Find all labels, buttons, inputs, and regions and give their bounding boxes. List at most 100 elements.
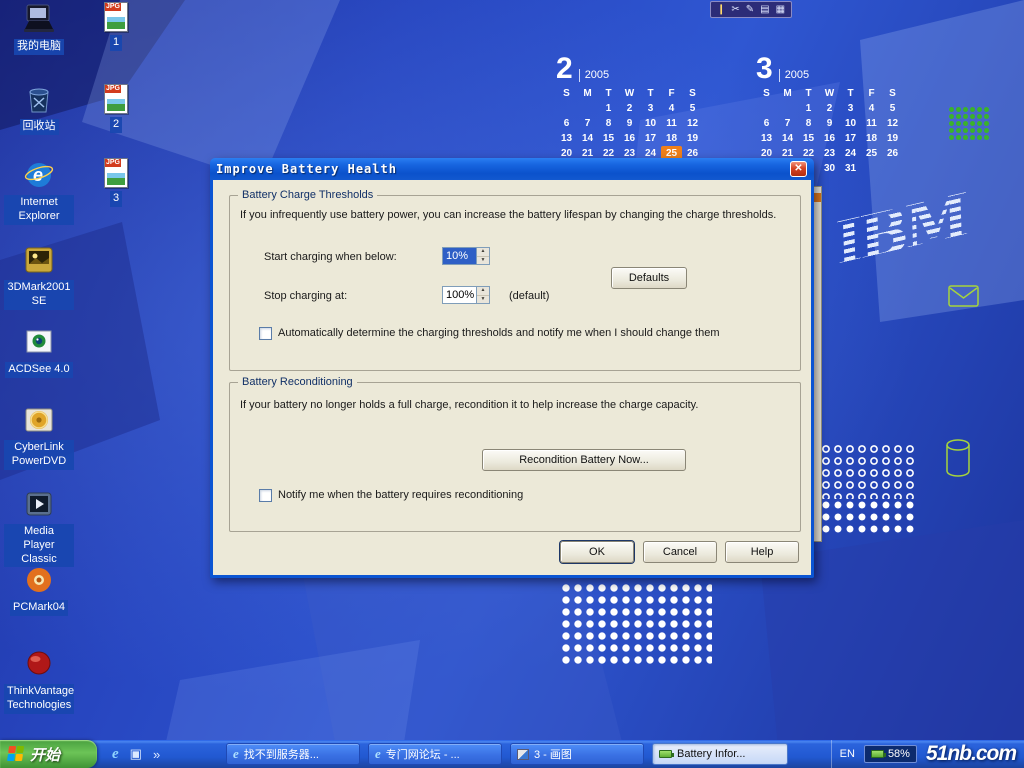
desktop-icon-label: Media Player Classic bbox=[4, 524, 74, 567]
jpg-thumbnail bbox=[107, 99, 125, 111]
calendar-date: 12 bbox=[682, 116, 703, 131]
database-cylinder-icon bbox=[944, 438, 972, 480]
pen-icon[interactable]: ✎ bbox=[746, 2, 754, 17]
taskbar-button-forum[interactable]: e 专门网论坛 - ... bbox=[368, 743, 502, 765]
calendar-day-header: F bbox=[861, 86, 882, 101]
calendar-date: 13 bbox=[556, 131, 577, 146]
calendar-date: 6 bbox=[556, 116, 577, 131]
quick-launch-overflow-chevron[interactable]: » bbox=[153, 747, 160, 762]
checkbox-box[interactable] bbox=[259, 327, 272, 340]
calendar-day-headers: SMTWTFS bbox=[756, 86, 914, 101]
calendar-date: 17 bbox=[640, 131, 661, 146]
notify-recondition-checkbox[interactable]: Notify me when the battery requires reco… bbox=[259, 489, 523, 502]
calendar-date: 6 bbox=[756, 116, 777, 131]
my-computer-icon bbox=[22, 2, 56, 36]
desktop-icon-media-player-classic[interactable]: Media Player Classic bbox=[4, 487, 74, 567]
calendar-date: 16 bbox=[819, 131, 840, 146]
calendar-date: 14 bbox=[577, 131, 598, 146]
taskbar-button-battery-information[interactable]: Battery Infor... bbox=[652, 743, 788, 765]
system-tray: EN 58% 51nb.com bbox=[831, 740, 1024, 768]
group-title: Battery Charge Thresholds bbox=[238, 189, 377, 201]
calendar-date: 8 bbox=[598, 116, 619, 131]
calendar-day-header: F bbox=[661, 86, 682, 101]
scissors-icon[interactable]: ✂ bbox=[731, 2, 739, 17]
calendar-date bbox=[882, 161, 903, 176]
desktop-icon-label: 2 bbox=[110, 117, 122, 133]
cancel-button[interactable]: Cancel bbox=[643, 541, 717, 563]
defaults-button[interactable]: Defaults bbox=[611, 267, 687, 289]
desktop-icon-recycle-bin[interactable]: 回收站 bbox=[4, 82, 74, 135]
desktop-icon-powerdvd[interactable]: CyberLink PowerDVD bbox=[4, 403, 74, 470]
desktop-icon-pcmark04[interactable]: PCMark04 bbox=[4, 563, 74, 616]
checkbox-box[interactable] bbox=[259, 489, 272, 502]
calendar-date bbox=[577, 101, 598, 116]
desktop-icon-internet-explorer[interactable]: e Internet Explorer bbox=[4, 158, 74, 225]
desktop-icon-my-computer[interactable]: 我的电脑 bbox=[4, 2, 74, 55]
powerdvd-icon bbox=[22, 403, 56, 437]
desktop-icon-jpg-2[interactable]: JPG 2 bbox=[94, 84, 138, 133]
desktop-icon-label: ACDSee 4.0 bbox=[5, 362, 72, 378]
dots-pattern-right bbox=[820, 499, 916, 533]
taskbar-button-label: Battery Infor... bbox=[677, 748, 745, 760]
dialog-titlebar[interactable]: Improve Battery Health bbox=[210, 158, 814, 180]
calendar-date: 11 bbox=[661, 116, 682, 131]
desktop-icon-jpg-3[interactable]: JPG 3 bbox=[94, 158, 138, 207]
calendar-date: 5 bbox=[682, 101, 703, 116]
floating-toolbar: ❙ ✂ ✎ ▤ ▦ bbox=[710, 1, 792, 18]
auto-determine-checkbox[interactable]: Automatically determine the charging thr… bbox=[259, 327, 719, 340]
spin-down-icon[interactable]: ▼ bbox=[477, 257, 489, 265]
3dmark-icon bbox=[22, 243, 56, 277]
envelope-icon bbox=[948, 284, 980, 308]
start-charging-spinner[interactable]: 10% ▲▼ bbox=[442, 247, 490, 265]
calendar-date: 9 bbox=[819, 116, 840, 131]
jpg-badge: JPG bbox=[105, 85, 121, 93]
media-player-classic-icon bbox=[22, 487, 56, 521]
show-desktop-icon[interactable]: ▣ bbox=[130, 746, 142, 762]
calendar-day-headers: SMTWTFS bbox=[556, 86, 714, 101]
monitor-icon[interactable]: ▤ bbox=[760, 2, 769, 17]
spin-up-icon[interactable]: ▲ bbox=[477, 287, 489, 296]
calendar-date: 23 bbox=[819, 146, 840, 161]
calendar-date: 15 bbox=[798, 131, 819, 146]
calendar-day-header: M bbox=[777, 86, 798, 101]
notes-icon[interactable]: ▦ bbox=[776, 2, 785, 17]
calendar-date: 7 bbox=[777, 116, 798, 131]
dots-pattern-center bbox=[560, 582, 712, 666]
taskbar: 开始 e ▣ » e 找不到服务器... e 专门网论坛 - ... 3 - 画… bbox=[0, 740, 1024, 768]
recycle-bin-icon bbox=[22, 82, 56, 116]
help-button[interactable]: Help bbox=[725, 541, 799, 563]
checkbox-label: Notify me when the battery requires reco… bbox=[278, 489, 523, 501]
power-icon[interactable]: ❙ bbox=[717, 2, 725, 17]
calendar-date bbox=[777, 101, 798, 116]
language-indicator[interactable]: EN bbox=[840, 748, 855, 760]
start-button[interactable]: 开始 bbox=[0, 740, 97, 768]
threshold-description: If you infrequently use battery power, y… bbox=[240, 209, 776, 221]
desktop-icon-jpg-1[interactable]: JPG 1 bbox=[94, 2, 138, 51]
start-charging-value: 10% bbox=[443, 248, 476, 264]
default-note: (default) bbox=[509, 290, 549, 302]
calendar-date: 19 bbox=[882, 131, 903, 146]
close-button[interactable]: ✕ bbox=[790, 161, 807, 177]
desktop-icon-acdsee[interactable]: ACDSee 4.0 bbox=[4, 325, 74, 378]
ok-button[interactable]: OK bbox=[560, 541, 634, 563]
calendar-date: 16 bbox=[619, 131, 640, 146]
desktop-icon-thinkvantage[interactable]: ThinkVantage Technologies bbox=[4, 647, 74, 714]
calendar-date: 2 bbox=[819, 101, 840, 116]
spin-down-icon[interactable]: ▼ bbox=[477, 296, 489, 304]
quick-launch-ie-icon[interactable]: e bbox=[112, 746, 119, 763]
calendar-date bbox=[861, 161, 882, 176]
battery-tray-indicator[interactable]: 58% bbox=[864, 745, 917, 763]
calendar-date: 10 bbox=[840, 116, 861, 131]
calendar-date: 3 bbox=[640, 101, 661, 116]
taskbar-button-label: 3 - 画图 bbox=[534, 746, 572, 762]
desktop-icon-label: Internet Explorer bbox=[4, 195, 74, 225]
acdsee-icon bbox=[22, 325, 56, 359]
calendar-date: 5 bbox=[882, 101, 903, 116]
spin-up-icon[interactable]: ▲ bbox=[477, 248, 489, 257]
checkbox-label: Automatically determine the charging thr… bbox=[278, 327, 719, 339]
stop-charging-spinner[interactable]: 100% ▲▼ bbox=[442, 286, 490, 304]
recondition-battery-button[interactable]: Recondition Battery Now... bbox=[482, 449, 686, 471]
desktop-icon-3dmark2001[interactable]: 3DMark2001 SE bbox=[4, 243, 74, 310]
taskbar-button-paint[interactable]: 3 - 画图 bbox=[510, 743, 644, 765]
taskbar-button-server-not-found[interactable]: e 找不到服务器... bbox=[226, 743, 360, 765]
